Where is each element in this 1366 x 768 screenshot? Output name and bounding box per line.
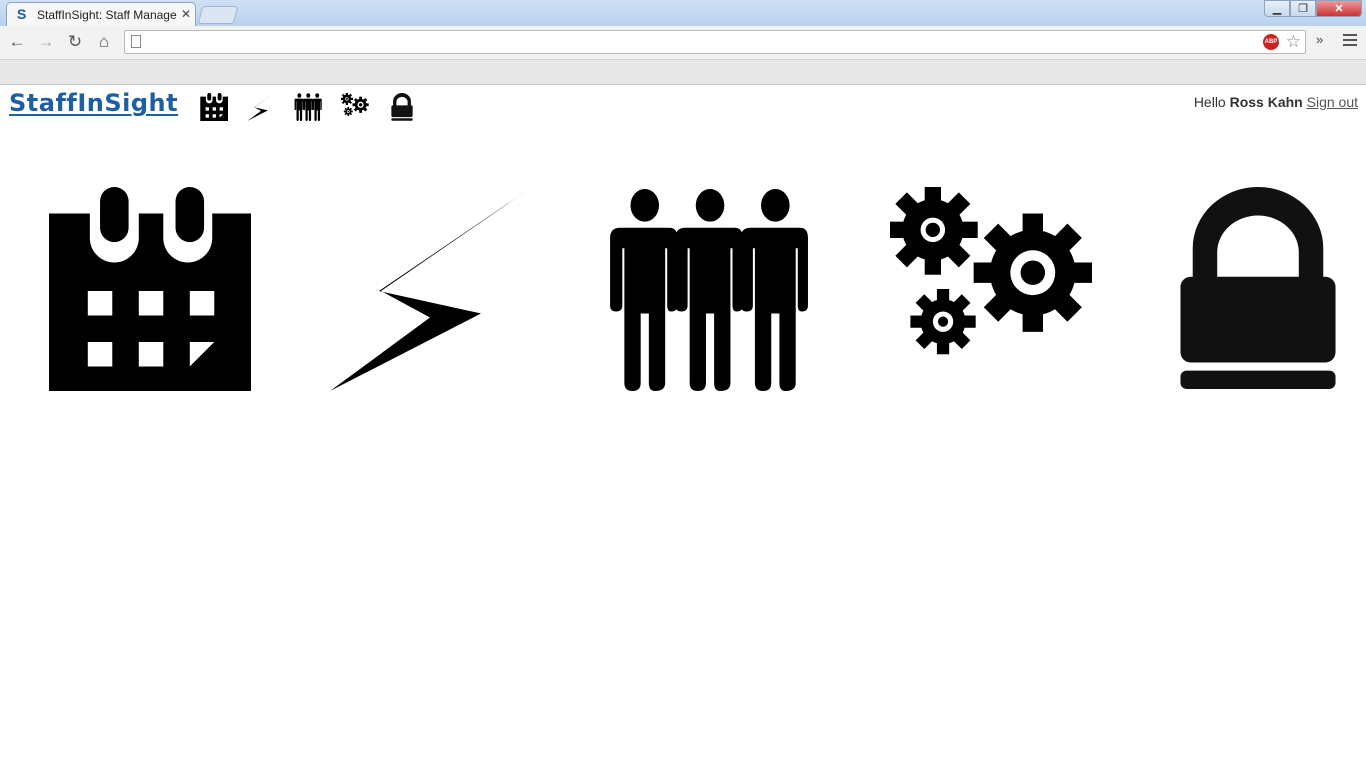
browser-toolbar: ← → ↻ ⌂ ABP ☆ [0, 26, 1366, 60]
home-icon[interactable]: ⌂ [93, 32, 115, 52]
nav-people-icon[interactable] [294, 93, 322, 121]
app-page: StaffInSight Hello Ross Kahn Sign out [0, 85, 1366, 768]
lock-tile-icon[interactable] [1156, 187, 1360, 391]
calendar-tile-icon[interactable] [47, 187, 251, 391]
nav-lightning-icon[interactable] [247, 93, 275, 121]
tab-title: StaffInSight: Staff Management [37, 8, 177, 22]
staffinsight-favicon-icon: S [17, 6, 27, 22]
reload-icon[interactable]: ↻ [64, 32, 86, 52]
tab-close-icon[interactable]: ✕ [181, 7, 191, 21]
address-bar[interactable]: ABP ☆ [124, 30, 1306, 54]
window-controls: ▁ ❐ ✕ [1264, 0, 1362, 18]
browser-menu-icon[interactable] [1340, 31, 1360, 51]
bookmark-star-icon[interactable]: ☆ [1286, 32, 1301, 52]
greeting-text: Hello [1193, 94, 1226, 110]
new-tab-button[interactable] [197, 6, 239, 24]
nav-lock-icon[interactable] [388, 93, 416, 121]
browser-tab-active[interactable]: S StaffInSight: Staff Management ✕ [6, 2, 196, 26]
browser-titlebar: S StaffInSight: Staff Management ✕ ▁ ❐ ✕ [0, 0, 1366, 26]
nav-gears-icon[interactable] [341, 93, 369, 121]
gears-tile-icon[interactable] [890, 187, 1094, 391]
extensions-overflow-icon[interactable]: » [1316, 32, 1323, 47]
page-icon [131, 35, 141, 48]
nav-calendar-icon[interactable] [200, 93, 228, 121]
lightning-tile-icon[interactable] [328, 187, 532, 391]
user-name: Ross Kahn [1229, 94, 1303, 110]
adblock-plus-icon[interactable]: ABP [1263, 34, 1279, 50]
forward-arrow-icon[interactable]: → [35, 32, 57, 52]
minimize-button[interactable]: ▁ [1264, 0, 1290, 17]
sign-out-link[interactable]: Sign out [1307, 94, 1358, 110]
back-arrow-icon[interactable]: ← [6, 32, 28, 52]
staffinsight-logo[interactable]: StaffInSight [9, 89, 178, 117]
people-tile-icon[interactable] [606, 187, 810, 391]
close-window-button[interactable]: ✕ [1316, 0, 1362, 17]
user-area: Hello Ross Kahn Sign out [1194, 94, 1358, 110]
restore-button[interactable]: ❐ [1290, 0, 1316, 17]
bookmarks-bar [0, 60, 1366, 85]
